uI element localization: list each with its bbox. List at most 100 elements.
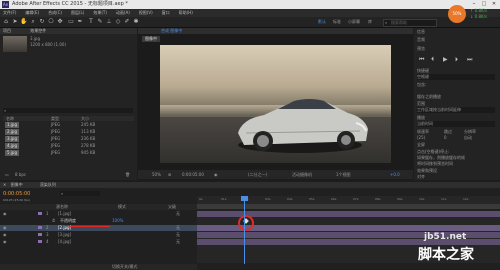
tab-project[interactable]: 项目 [3, 28, 11, 33]
pan-behind-tool-icon[interactable]: ✥ [56, 18, 64, 26]
text-tool-icon[interactable]: T [87, 18, 95, 26]
first-frame-icon[interactable]: ⏮ [419, 56, 424, 64]
folder-icon[interactable]: ▭ [5, 172, 9, 177]
trash-icon[interactable]: 🗑 [125, 172, 130, 177]
composition-canvas[interactable] [160, 45, 391, 163]
next-frame-icon[interactable]: ⏵ [455, 56, 458, 64]
layer-row[interactable]: ◉ 4 [4.jpg] 无 [0, 239, 197, 245]
workspace-small-screen[interactable]: 小屏幕 [348, 19, 360, 25]
workspace-default[interactable]: 默认 [318, 19, 326, 25]
selection-tool-icon[interactable]: ➤ [11, 18, 19, 26]
workspace-standard[interactable]: 标准 [333, 19, 341, 25]
menu-view[interactable]: 视图(V) [139, 9, 153, 17]
layer-name[interactable]: [1.jpg] [58, 211, 71, 217]
range-dropdown[interactable]: 工作区域按当前时间延伸 [417, 107, 495, 113]
layer-label-color[interactable] [38, 233, 42, 236]
column-source-name[interactable]: 源名称 [56, 204, 68, 210]
timeline-timecode[interactable]: 0:00:05:00 [3, 191, 30, 197]
menu-file[interactable]: 文件(F) [3, 9, 16, 17]
flow-tab[interactable]: 图像中 [142, 36, 160, 42]
property-row[interactable]: ⏱ 不透明度 100% [0, 218, 197, 224]
brush-tool-icon[interactable]: ✎ [96, 18, 104, 26]
rectangle-tool-icon[interactable]: ▭ [67, 18, 75, 26]
layer-name[interactable]: [3.jpg] [58, 232, 71, 238]
move-time-checkbox[interactable]: 将时间移到预览时间 [417, 161, 453, 167]
play-icon[interactable]: ▶ [443, 56, 448, 63]
workspace-library[interactable]: 库 [368, 19, 372, 25]
home-icon[interactable]: ⌂ [2, 18, 10, 26]
audio-panel-header[interactable]: 音频 [417, 37, 425, 43]
puppet-tool-icon[interactable]: ✱ [132, 18, 140, 26]
tab-render-queue[interactable]: 渲染队列 [40, 182, 56, 187]
layer-parent[interactable]: 无 [176, 232, 180, 238]
timeline-search-field[interactable]: ⌕ [60, 191, 100, 196]
help-search-field[interactable]: ⌕ 搜索帮助 [383, 19, 437, 27]
project-search-field[interactable]: ⌕ [3, 108, 133, 113]
fullscreen-checkbox[interactable]: 全屏 [417, 142, 425, 148]
list-item[interactable]: 4.jpg JPEG 278 KB [3, 143, 134, 149]
toggle-switches-modes[interactable]: 切换开关/模式 [112, 264, 137, 270]
layer-parent[interactable]: 无 [176, 211, 180, 217]
bit-depth-label[interactable]: 8 bpc [15, 172, 26, 177]
pen-tool-icon[interactable]: ✒ [76, 18, 84, 26]
layer-parent[interactable]: 无 [176, 225, 180, 231]
active-camera-dropdown[interactable]: 活动摄像机 [292, 170, 312, 179]
playhead[interactable] [244, 196, 245, 264]
shortcut-dropdown[interactable]: 空格键 [417, 74, 495, 80]
cache-checkbox[interactable]: 缓存之前播放 [417, 94, 441, 100]
rotate-tool-icon[interactable]: ↻ [38, 18, 46, 26]
tab-timeline[interactable]: 图像中 [11, 182, 23, 187]
frame-rate-dropdown[interactable]: (25) [417, 135, 425, 140]
visibility-eye-icon[interactable]: ◉ [3, 232, 7, 238]
eraser-tool-icon[interactable]: ◇ [114, 18, 122, 26]
info-panel-header[interactable]: 信息 [417, 29, 425, 35]
layer-parent[interactable]: 无 [176, 239, 180, 245]
prev-frame-icon[interactable]: ⏴ [431, 56, 434, 64]
menu-effect[interactable]: 效果(T) [93, 9, 107, 17]
camera-icon[interactable]: ◉ [214, 170, 218, 179]
tab-effect-controls[interactable]: 效果控件 [30, 28, 46, 33]
minimize-icon[interactable]: – [470, 1, 478, 8]
list-item[interactable]: 5.jpg JPEG 945 KB [3, 150, 134, 156]
layer-row[interactable]: ◉ 3 [3.jpg] 无 [0, 232, 197, 238]
current-time[interactable]: 0:00:05:00 [182, 170, 204, 179]
views-dropdown[interactable]: 1个视图 [336, 170, 351, 179]
zoom-tool-icon[interactable]: ⌕ [29, 18, 37, 26]
column-mode[interactable]: 模式 [118, 204, 126, 210]
playhead-handle[interactable] [241, 196, 248, 201]
column-type[interactable]: 类型 [51, 116, 59, 121]
work-area-bar[interactable] [197, 204, 500, 209]
close-icon[interactable]: ✕ [3, 182, 6, 187]
layer-label-color[interactable] [38, 212, 42, 215]
layer-row[interactable]: ◉ 1 [1.jpg] 无 [0, 211, 197, 217]
layer-label-color[interactable] [38, 240, 42, 243]
menu-animation[interactable]: 动画(A) [116, 9, 130, 17]
menu-edit[interactable]: 编辑(E) [25, 9, 39, 17]
resolution-dropdown[interactable]: (二分之一) [248, 170, 267, 179]
stopwatch-icon[interactable]: ⏱ [52, 218, 55, 224]
roto-brush-tool-icon[interactable]: ✐ [123, 18, 131, 26]
visibility-eye-icon[interactable]: ◉ [3, 225, 7, 231]
menu-layer[interactable]: 图层(L) [71, 9, 84, 17]
skip-value[interactable]: 0 [444, 135, 447, 140]
clone-stamp-tool-icon[interactable]: ⊥ [105, 18, 113, 26]
hand-tool-icon[interactable]: ✋ [20, 18, 28, 26]
last-frame-icon[interactable]: ⏭ [467, 56, 472, 64]
maximize-icon[interactable]: □ [480, 1, 488, 8]
list-item[interactable]: 1.jpg JPEG 245 KB [3, 122, 134, 128]
resolution-dropdown[interactable]: 自动 [464, 135, 472, 141]
magnification-dropdown[interactable]: 50% [152, 170, 161, 179]
layer-label-color[interactable] [38, 226, 42, 229]
layer-name[interactable]: [4.jpg] [58, 239, 71, 245]
list-item[interactable]: 3.jpg JPEG 236 KB [3, 136, 134, 142]
close-icon[interactable]: ✕ [490, 1, 498, 8]
exposure-value[interactable]: +0.0 [390, 170, 400, 179]
opacity-value[interactable]: 100% [112, 218, 123, 224]
play-from-dropdown[interactable]: 当前时间 [417, 121, 495, 127]
column-name[interactable]: 名称 [6, 116, 14, 121]
visibility-eye-icon[interactable]: ◉ [3, 211, 7, 217]
align-header[interactable]: 对齐 [417, 174, 425, 180]
column-size[interactable]: 大小 [81, 116, 89, 121]
menu-window[interactable]: 窗口 [162, 9, 170, 17]
column-parent[interactable]: 父级 [168, 204, 176, 210]
